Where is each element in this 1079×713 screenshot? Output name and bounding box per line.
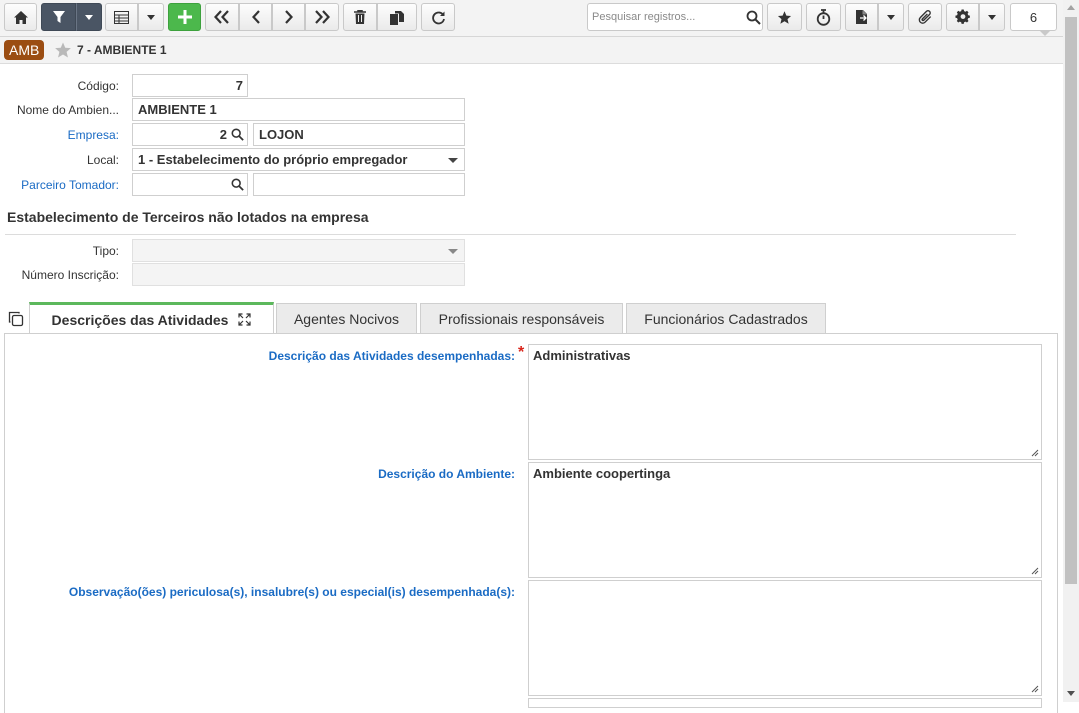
filter-button[interactable] bbox=[41, 3, 76, 31]
grid-dropdown-button[interactable] bbox=[138, 3, 164, 31]
next-icon bbox=[284, 10, 293, 24]
parceiro-code-field[interactable] bbox=[132, 173, 248, 196]
chevron-down-icon bbox=[448, 249, 458, 254]
atividades-textarea[interactable]: Administrativas bbox=[528, 344, 1042, 460]
filter-icon bbox=[52, 11, 65, 23]
empresa-label[interactable]: Empresa: bbox=[0, 128, 119, 142]
gear-icon bbox=[954, 9, 970, 24]
grid-icon bbox=[114, 10, 129, 24]
codigo-label: Código: bbox=[77, 79, 119, 93]
nome-label: Nome do Ambien... bbox=[16, 103, 119, 117]
entity-badge: AMB bbox=[4, 40, 45, 60]
timer-icon bbox=[816, 8, 831, 26]
tipo-label: Tipo: bbox=[92, 244, 119, 258]
tab-label: Descrições das Atividades bbox=[51, 311, 229, 328]
filter-dropdown-button[interactable] bbox=[76, 3, 102, 31]
inscricao-field[interactable] bbox=[132, 263, 465, 286]
scroll-down-icon[interactable] bbox=[1067, 691, 1075, 696]
search-icon[interactable] bbox=[231, 178, 244, 191]
delete-button[interactable] bbox=[343, 3, 377, 31]
settings-dropdown-button[interactable] bbox=[979, 3, 1005, 31]
star-icon[interactable] bbox=[54, 41, 72, 59]
empresa-code-value: 2 bbox=[219, 127, 227, 142]
section-divider bbox=[5, 234, 1016, 235]
resize-grip-icon[interactable] bbox=[1031, 449, 1039, 457]
grid-view-button[interactable] bbox=[105, 3, 138, 31]
page-title: 7 - AMBIENTE 1 bbox=[77, 43, 167, 57]
empresa-name-field: LOJON bbox=[253, 123, 465, 146]
chevron-down-icon bbox=[887, 14, 895, 20]
local-select[interactable]: 1 - Estabelecimento do próprio empregado… bbox=[132, 148, 465, 171]
favorite-button[interactable] bbox=[767, 3, 802, 31]
next-record-button[interactable] bbox=[272, 3, 305, 31]
tab-profissionais[interactable]: Profissionais responsáveis bbox=[420, 303, 623, 334]
chevron-down-icon bbox=[448, 158, 458, 163]
ambiente-label: Descrição do Ambiente: bbox=[378, 467, 515, 481]
ambiente-textarea[interactable]: Ambiente coopertinga bbox=[528, 462, 1042, 578]
refresh-icon bbox=[431, 11, 445, 24]
duplicate-button[interactable] bbox=[377, 3, 417, 31]
record-counter: 6 bbox=[1010, 3, 1057, 31]
settings-button[interactable] bbox=[946, 3, 979, 31]
tipo-select[interactable] bbox=[132, 239, 465, 262]
add-button[interactable] bbox=[168, 3, 201, 31]
resize-grip-icon[interactable] bbox=[1031, 685, 1039, 693]
tab-descricoes[interactable]: Descrições das Atividades bbox=[29, 302, 274, 334]
parceiro-label[interactable]: Parceiro Tomador: bbox=[0, 178, 119, 192]
report-dropdown-button[interactable] bbox=[878, 3, 904, 31]
last-icon bbox=[315, 10, 330, 24]
trash-icon bbox=[354, 10, 366, 24]
search-input[interactable] bbox=[592, 11, 742, 23]
add-icon bbox=[177, 10, 192, 24]
attach-button[interactable] bbox=[908, 3, 942, 31]
last-record-button[interactable] bbox=[305, 3, 339, 31]
timer-button[interactable] bbox=[806, 3, 841, 31]
local-selected-value: 1 - Estabelecimento do próprio empregado… bbox=[138, 152, 408, 167]
duplicate-icon bbox=[390, 10, 404, 25]
record-header: AMB 7 - AMBIENTE 1 bbox=[0, 37, 1063, 64]
previous-icon bbox=[251, 10, 260, 24]
home-button[interactable] bbox=[4, 3, 37, 31]
required-marker: * bbox=[518, 344, 525, 361]
tab-funcionarios[interactable]: Funcionários Cadastrados bbox=[626, 303, 826, 334]
counter-pointer bbox=[1039, 30, 1051, 36]
scrollbar-thumb[interactable] bbox=[1065, 17, 1077, 584]
first-record-button[interactable] bbox=[205, 3, 239, 31]
report-icon bbox=[855, 10, 867, 24]
parceiro-name-field bbox=[253, 173, 465, 196]
inscricao-label: Número Inscrição: bbox=[21, 268, 119, 282]
codigo-field[interactable]: 7 bbox=[132, 74, 248, 97]
chevron-down-icon bbox=[85, 14, 93, 20]
toolbar: 6 bbox=[0, 0, 1063, 37]
refresh-button[interactable] bbox=[421, 3, 455, 31]
local-label: Local: bbox=[86, 153, 119, 167]
resize-grip-icon[interactable] bbox=[1031, 567, 1039, 575]
search-icon[interactable] bbox=[231, 128, 244, 141]
observacoes-label: Observação(ões) periculosa(s), insalubre… bbox=[68, 585, 515, 599]
star-icon bbox=[777, 10, 792, 24]
chevron-down-icon bbox=[147, 14, 155, 20]
next-textarea[interactable] bbox=[528, 698, 1042, 708]
chevron-down-icon bbox=[988, 14, 996, 20]
search-icon[interactable] bbox=[746, 10, 761, 25]
home-icon bbox=[13, 10, 28, 24]
vertical-scrollbar[interactable] bbox=[1063, 0, 1079, 702]
tab-agentes-nocivos[interactable]: Agentes Nocivos bbox=[276, 303, 417, 334]
expand-icon[interactable] bbox=[238, 313, 252, 326]
section-title: Estabelecimento de Terceiros não lotados… bbox=[7, 209, 369, 225]
observacoes-textarea[interactable] bbox=[528, 580, 1042, 696]
scroll-up-icon[interactable] bbox=[1067, 5, 1075, 10]
search-box[interactable] bbox=[587, 3, 763, 31]
previous-record-button[interactable] bbox=[239, 3, 272, 31]
report-button[interactable] bbox=[845, 3, 878, 31]
copy-icon[interactable] bbox=[8, 311, 24, 327]
atividades-label: Descrição das Atividades desempenhadas: bbox=[268, 349, 515, 363]
nome-field[interactable]: AMBIENTE 1 bbox=[132, 98, 465, 121]
paperclip-icon bbox=[918, 9, 931, 24]
ambiente-value: Ambiente coopertinga bbox=[533, 466, 671, 481]
first-icon bbox=[214, 10, 229, 24]
empresa-code-field[interactable]: 2 bbox=[132, 123, 248, 146]
atividades-value: Administrativas bbox=[533, 348, 631, 363]
